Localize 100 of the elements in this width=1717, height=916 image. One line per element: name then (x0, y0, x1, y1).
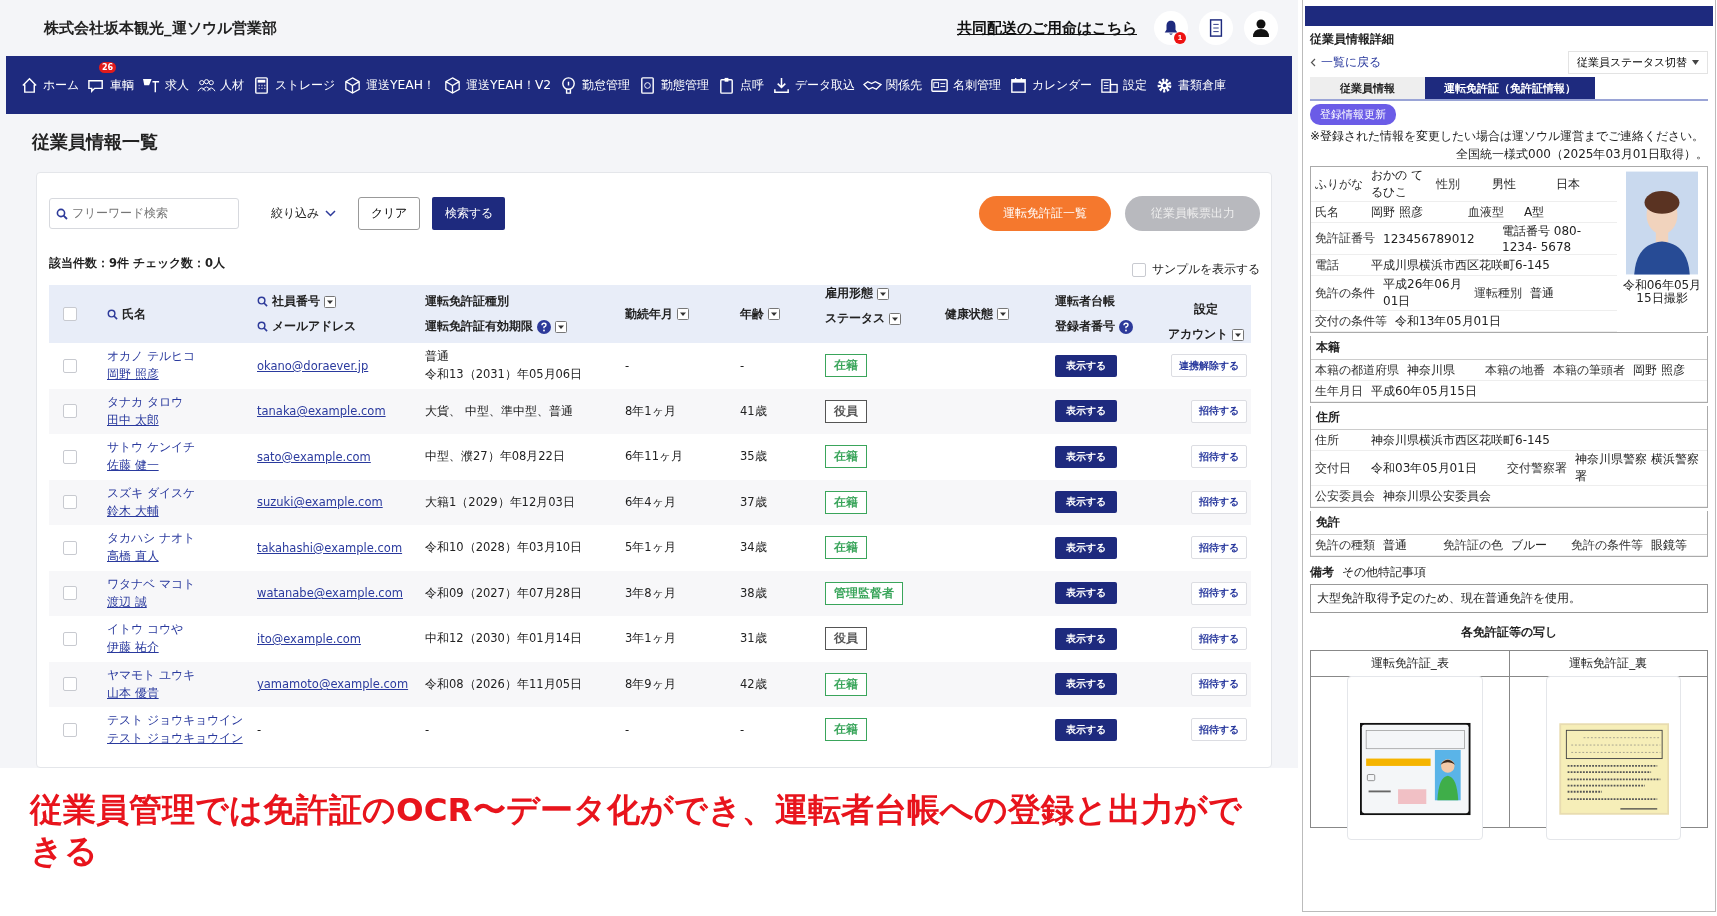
name-link[interactable]: 佐藤 健一 (107, 458, 159, 474)
account-button[interactable]: 招待する (1191, 536, 1247, 560)
name-kana-link[interactable]: オカノ テルヒコ (107, 349, 195, 365)
account-button[interactable]: 連携解除する (1171, 354, 1247, 378)
view-button[interactable]: 表示する (1055, 582, 1117, 605)
sort-menu-icon[interactable] (877, 287, 889, 300)
sort-menu-icon[interactable] (1232, 328, 1244, 341)
notification-button[interactable]: 1 (1154, 11, 1188, 45)
update-button[interactable]: 登録情報更新 (1310, 104, 1396, 125)
search-icon[interactable] (257, 296, 268, 307)
name-link[interactable]: テスト ジョウキョウイン (107, 731, 243, 747)
name-kana-link[interactable]: ヤマモト ユウキ (107, 667, 195, 683)
view-button[interactable]: 表示する (1055, 400, 1117, 423)
help-icon[interactable] (537, 319, 551, 334)
view-button[interactable]: 表示する (1055, 718, 1117, 741)
section-title: 本籍 (1311, 336, 1707, 360)
status-dropdown[interactable]: 従業員ステータス切替 (1568, 51, 1708, 74)
name-link[interactable]: 岡野 照彦 (107, 367, 159, 383)
search-icon[interactable] (257, 321, 268, 332)
account-button[interactable]: 招待する (1191, 627, 1247, 651)
name-kana-link[interactable]: スズキ ダイスケ (107, 485, 195, 501)
sort-menu-icon[interactable] (889, 312, 901, 325)
tab[interactable]: 運転免許証（免許証情報） (1425, 77, 1595, 99)
sort-menu-icon[interactable] (677, 308, 689, 320)
search-button[interactable]: 検索する (432, 196, 505, 230)
nav-item[interactable]: カレンダー (1005, 73, 1097, 97)
account-button[interactable]: 招待する (1191, 581, 1247, 605)
email-link[interactable]: tanaka@example.com (257, 404, 386, 419)
table-cell: 大貨、 中型、準中型、普通 (425, 403, 573, 419)
nav-item[interactable]: データ取込 (768, 73, 860, 97)
name-kana-link[interactable]: イトウ コウや (107, 622, 183, 638)
name-link[interactable]: 伊藤 祐介 (107, 640, 159, 656)
clear-button[interactable]: クリア (358, 196, 420, 230)
nav-item[interactable]: ストレージ (248, 73, 339, 97)
account-button[interactable]: 招待する (1191, 718, 1247, 742)
nav-item[interactable]: 運送YEAH！V2 (438, 73, 556, 97)
account-button[interactable]: 招待する (1191, 490, 1247, 514)
email-link[interactable]: okano@doraever.jp (257, 358, 369, 373)
name-link[interactable]: 渡辺 誠 (107, 594, 147, 610)
view-button[interactable]: 表示する (1055, 445, 1117, 468)
row-checkbox[interactable] (63, 677, 77, 692)
back-link[interactable]: 一覧に戻る (1321, 54, 1381, 71)
select-all-checkbox[interactable] (63, 307, 77, 321)
row-checkbox[interactable] (63, 540, 77, 555)
name-kana-link[interactable]: タカハシ ナオト (107, 531, 195, 547)
user-button[interactable] (1244, 11, 1278, 45)
view-button[interactable]: 表示する (1055, 536, 1117, 559)
nav-item[interactable]: 運送YEAH！ (339, 73, 439, 97)
nav-item[interactable]: 勤態管理 (634, 73, 714, 97)
nav-item[interactable]: 書類倉庫 (1151, 73, 1231, 97)
sort-menu-icon[interactable] (324, 295, 336, 308)
name-link[interactable]: 山本 優貴 (107, 685, 159, 701)
view-button[interactable]: 表示する (1055, 354, 1117, 377)
tab[interactable]: 従業員情報 (1310, 77, 1425, 99)
name-link[interactable]: 田中 太郎 (107, 412, 159, 428)
nav-item[interactable]: 車輌 (83, 73, 138, 97)
help-icon[interactable] (1119, 319, 1133, 334)
row-checkbox[interactable] (63, 722, 77, 737)
sort-menu-icon[interactable] (555, 320, 567, 333)
email-link[interactable]: suzuki@example.com (257, 495, 383, 510)
view-button[interactable]: 表示する (1055, 491, 1117, 514)
row-checkbox[interactable] (63, 449, 77, 464)
nav-item[interactable]: 勤怠管理 (555, 73, 635, 97)
email-link[interactable]: takahashi@example.com (257, 540, 403, 555)
filter-dropdown[interactable]: 絞り込み (265, 204, 342, 222)
view-button[interactable]: 表示する (1055, 673, 1117, 696)
account-button[interactable]: 招待する (1191, 399, 1247, 423)
name-kana-link[interactable]: ワタナベ マコト (107, 576, 195, 592)
account-button[interactable]: 招待する (1191, 445, 1247, 469)
nav-item[interactable]: 求人 (138, 73, 193, 97)
nav-item[interactable]: 名刺管理 (926, 73, 1006, 97)
view-button[interactable]: 表示する (1055, 627, 1117, 650)
email-link[interactable]: yamamoto@example.com (257, 677, 409, 692)
row-checkbox[interactable] (63, 358, 77, 373)
nav-item[interactable]: 人材 (193, 73, 248, 97)
sample-checkbox[interactable] (1132, 262, 1146, 277)
name-link[interactable]: 鈴木 大輔 (107, 503, 159, 519)
nav-item[interactable]: 関係先 (859, 73, 927, 97)
sort-menu-icon[interactable] (768, 308, 780, 320)
email-link[interactable]: watanabe@example.com (257, 586, 403, 601)
email-link[interactable]: ito@example.com (257, 631, 361, 646)
search-icon[interactable] (107, 308, 118, 320)
name-kana-link[interactable]: タナカ タロウ (107, 394, 183, 410)
delivery-link[interactable]: 共同配送のご用命はこちら (957, 18, 1137, 38)
name-kana-link[interactable]: サトウ ケンイチ (107, 440, 195, 456)
search-field[interactable]: フリーワード検索 (49, 197, 239, 229)
row-checkbox[interactable] (63, 631, 77, 646)
status-badge: 在籍 (825, 445, 867, 469)
name-kana-link[interactable]: テスト ジョウキョウイン (107, 713, 243, 729)
account-button[interactable]: 招待する (1191, 672, 1247, 696)
sort-menu-icon[interactable] (997, 308, 1009, 320)
row-checkbox[interactable] (63, 586, 77, 601)
name-link[interactable]: 高橋 直人 (107, 549, 159, 565)
row-checkbox[interactable] (63, 495, 77, 510)
row-checkbox[interactable] (63, 404, 77, 419)
nav-item[interactable]: 設定 (1096, 73, 1152, 97)
nav-item[interactable]: 点呼 (713, 73, 769, 97)
nav-item[interactable]: ホーム (16, 73, 83, 97)
email-link[interactable]: sato@example.com (257, 449, 371, 464)
document-button[interactable] (1199, 11, 1233, 45)
